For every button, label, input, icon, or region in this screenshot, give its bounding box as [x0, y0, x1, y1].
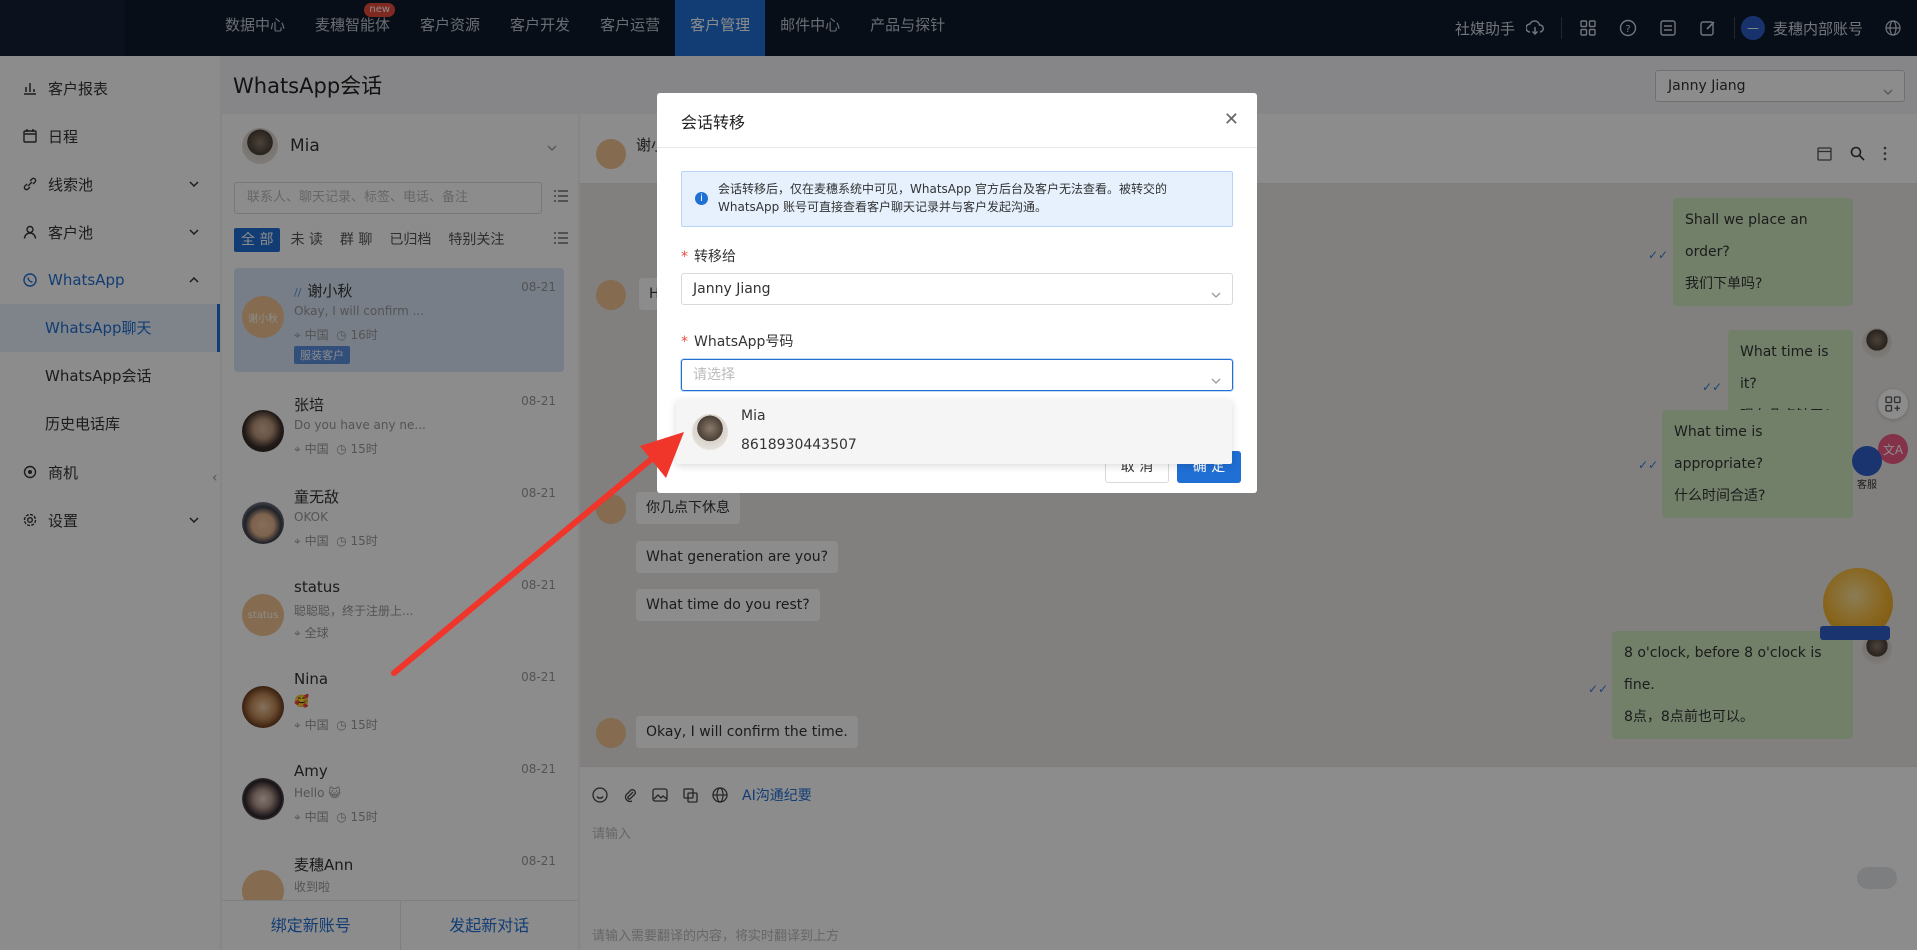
arrow-shaft: [391, 449, 663, 676]
annotation-arrow: [391, 432, 684, 676]
arrow-head: [640, 432, 684, 478]
